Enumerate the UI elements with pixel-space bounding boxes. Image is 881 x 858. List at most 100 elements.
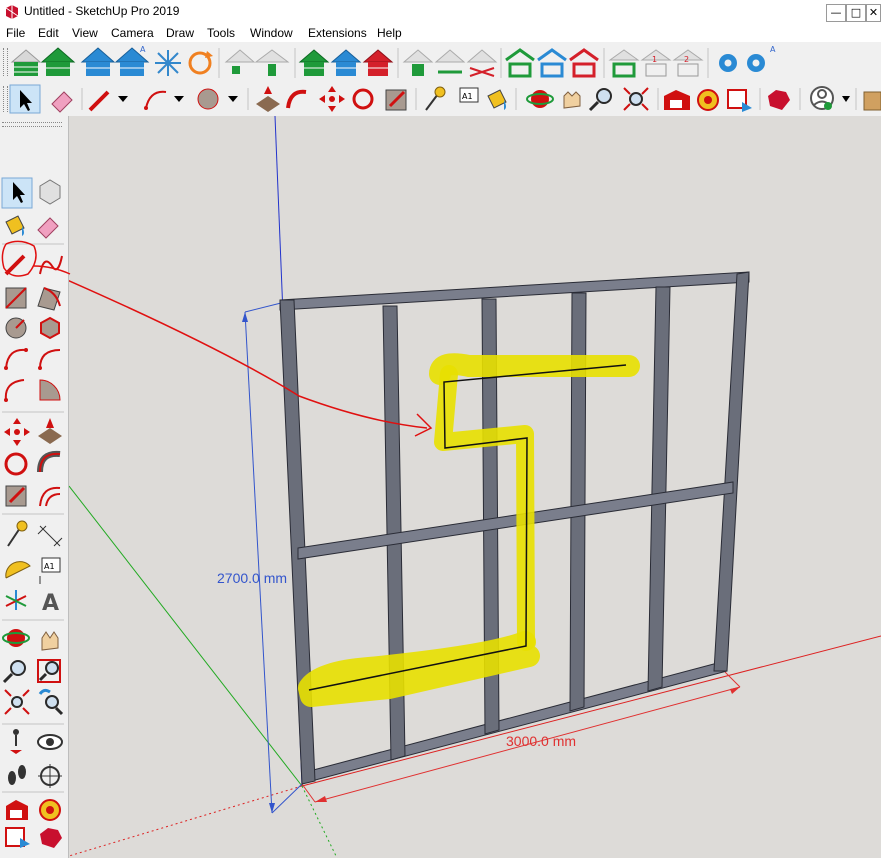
level-2-house-icon: 2: [672, 49, 704, 77]
dimension-icon: [37, 525, 63, 547]
menu-view[interactable]: View: [72, 26, 98, 40]
arc-icon: [4, 348, 28, 370]
push-pull-icon: [38, 418, 62, 444]
polygon-icon: [40, 316, 60, 340]
menu-tools[interactable]: Tools: [207, 26, 235, 40]
shape-icon: [197, 88, 238, 110]
3d-text-icon: A: [42, 591, 59, 616]
red-frame-icon: [569, 48, 599, 78]
title-bar: Untitled - SketchUp Pro 2019 — □ ✕: [0, 0, 881, 24]
grey-house-icon: [402, 49, 434, 76]
height-dimension-label: 2700.0 mm: [217, 570, 287, 586]
window-title: Untitled - SketchUp Pro 2019: [24, 4, 180, 18]
arc-icon: [144, 90, 184, 110]
zoom-window-icon: [37, 659, 61, 683]
extension-badge: A: [140, 45, 146, 54]
blue-house-2-icon: [330, 49, 362, 76]
menu-help[interactable]: Help: [377, 26, 402, 40]
user-account-icon: [810, 86, 834, 110]
extensions-toolbar: A 1 2 A: [0, 42, 881, 83]
orbit-icon: [526, 90, 554, 108]
level-1-house-icon: 1: [640, 49, 672, 77]
panel-house-icon: [608, 49, 640, 78]
position-camera-icon: [10, 729, 22, 754]
house-delete-icon: [466, 49, 498, 77]
follow-me-icon: [37, 450, 61, 473]
left-toolbar: A1 A: [0, 116, 69, 858]
extension-warehouse-icon: [697, 89, 719, 111]
menu-camera[interactable]: Camera: [111, 26, 154, 40]
zoom-icon: [2, 660, 26, 684]
svg-text:A: A: [770, 45, 776, 54]
svg-text:A1: A1: [44, 562, 55, 571]
menu-edit[interactable]: Edit: [38, 26, 59, 40]
eraser-icon: [51, 91, 73, 113]
text-icon: A1: [459, 87, 479, 103]
main-tools-strip: A1: [9, 84, 881, 114]
annotation-arrowhead: [414, 413, 433, 437]
warehouse-icon: [664, 90, 690, 110]
share-model-icon: [727, 89, 752, 112]
model-viewport[interactable]: 2700.0 mm 3000.0 mm: [69, 116, 881, 858]
width-dimension-label: 3000.0 mm: [506, 733, 576, 749]
green-axis: [69, 485, 303, 787]
red-house-icon: [362, 49, 394, 76]
section-plane-icon: [38, 764, 62, 788]
menu-file[interactable]: File: [6, 26, 25, 40]
zoom-extents-icon: [623, 87, 649, 111]
sketchup-logo-icon: [5, 5, 19, 19]
pie-icon: [39, 379, 61, 401]
svg-text:A: A: [42, 591, 59, 616]
menu-window[interactable]: Window: [250, 26, 293, 40]
roof-house-icon: [40, 47, 76, 76]
previous-view-icon: [38, 688, 64, 716]
green-axis-negative: [301, 785, 338, 858]
main-toolbar: A1: [0, 82, 881, 117]
ruby-icon: [768, 90, 790, 110]
tape-measure-icon: [7, 520, 28, 547]
minimize-button[interactable]: —: [826, 4, 846, 22]
left-tools-strip: A1 A: [1, 177, 64, 848]
zoom-icon: [588, 88, 612, 112]
rotate-icon: [352, 88, 374, 110]
floor-house-alt-icon: [254, 49, 290, 76]
account-dropdown-icon: [842, 96, 850, 102]
maximize-button[interactable]: □: [846, 4, 866, 22]
refresh-orange-icon: [188, 51, 213, 75]
annotation-circle: [1, 240, 71, 277]
house-line-icon: [434, 49, 466, 74]
green-house-icon: [298, 49, 330, 76]
highlight-top-stroke: [429, 353, 640, 385]
close-button[interactable]: ✕: [866, 4, 881, 22]
model-canvas[interactable]: 2700.0 mm 3000.0 mm: [69, 116, 881, 858]
axes-icon: [5, 590, 27, 610]
offset-icon: [39, 486, 61, 507]
three-point-arc-icon: [4, 379, 25, 402]
scale-icon: [385, 89, 407, 111]
settings-gear-icon: A: [719, 45, 776, 72]
svg-text:A1: A1: [462, 92, 473, 101]
steel-stud-wall-frame[interactable]: [279, 271, 750, 785]
blue-house-icon: [80, 47, 116, 76]
red-axis-negative: [69, 785, 303, 857]
component-icon: [39, 179, 61, 205]
paint-bucket-icon: [5, 215, 25, 236]
rotate-icon: [4, 452, 28, 476]
explode-icon: [155, 50, 181, 76]
scale-icon: [5, 485, 27, 507]
blue-house-alt-icon: A: [114, 45, 150, 76]
menu-draw[interactable]: Draw: [166, 26, 194, 40]
ruby-icon: [40, 828, 62, 848]
orbit-icon: [2, 629, 30, 647]
zoom-extents-icon: [4, 689, 30, 715]
menu-extensions[interactable]: Extensions: [308, 26, 367, 40]
rectangle-icon: [5, 287, 27, 309]
tape-measure-icon: [425, 86, 446, 111]
blue-frame-icon: [537, 48, 567, 78]
rotated-rectangle-icon: [37, 287, 61, 311]
floor-house-icon: [224, 49, 256, 74]
layout-icon: [863, 91, 881, 111]
walk-icon: [8, 765, 26, 785]
warehouse-icon: [6, 800, 28, 820]
eraser-icon: [37, 217, 59, 239]
